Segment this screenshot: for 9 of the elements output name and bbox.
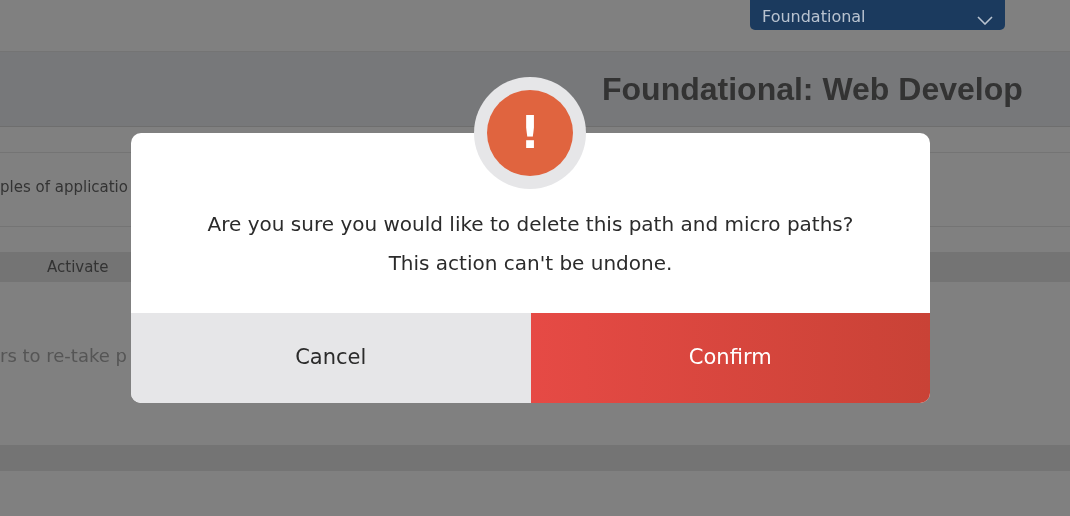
description-text: ples of applicatio [0, 177, 128, 199]
cancel-button[interactable]: Cancel [131, 313, 531, 403]
dialog-message: Are you sure you would like to delete this path and micro paths? [207, 211, 854, 238]
column-header: Activate [47, 256, 109, 278]
level-select[interactable]: Foundational [750, 0, 1005, 30]
path-title: Foundational: Web Develop [602, 70, 1023, 109]
dialog-message: This action can't be undone. [388, 250, 673, 277]
confirm-button[interactable]: Confirm [530, 313, 930, 403]
chevron-down-icon [977, 16, 993, 25]
